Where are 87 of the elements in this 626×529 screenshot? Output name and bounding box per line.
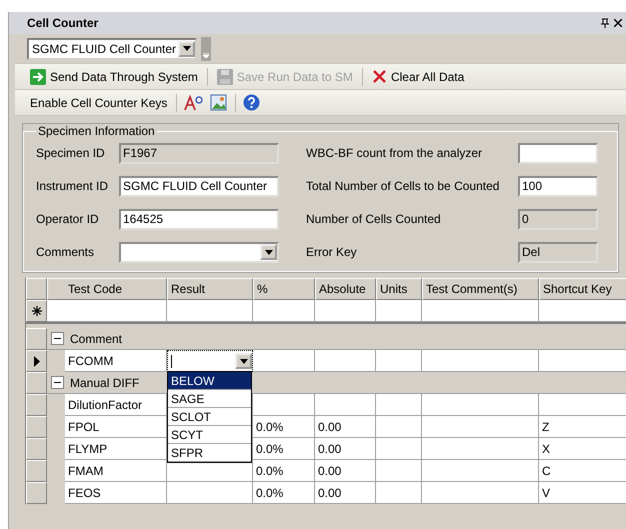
field-label: Comments	[36, 245, 96, 259]
dropdown-option[interactable]: BELOW	[168, 372, 251, 390]
table-cell	[376, 438, 422, 460]
field-label: Operator ID	[36, 212, 100, 226]
minus-icon	[54, 379, 61, 386]
toolbar-button[interactable]: Clear All Data	[368, 67, 468, 86]
overflow-grip[interactable]	[201, 36, 211, 60]
table-cell: 0.00	[315, 438, 376, 460]
comments-dropdown[interactable]	[119, 242, 279, 262]
help-icon	[243, 94, 260, 111]
row-header[interactable]	[26, 350, 47, 372]
table-cell: Z	[539, 416, 626, 438]
table-cell: 0.0%	[253, 460, 315, 482]
table-cell: V	[539, 482, 626, 504]
table-cell: 0.0%	[253, 438, 315, 460]
table-cell: 0.00	[315, 416, 376, 438]
table-cell: DilutionFactor	[65, 394, 167, 416]
table-cell	[376, 416, 422, 438]
collapse-toggle[interactable]	[51, 376, 64, 389]
group-name: Comment	[70, 332, 122, 346]
input-field[interactable]: 0	[518, 208, 598, 230]
table-cell: FLYMP	[65, 438, 167, 460]
toolbar-icon-button[interactable]	[183, 94, 206, 112]
field-label: WBC-BF count from the analyzer	[306, 146, 484, 160]
input-field[interactable]: SGMC FLUID Cell Counter	[119, 176, 279, 196]
table-cell[interactable]	[376, 300, 422, 322]
image-icon	[210, 94, 228, 111]
counter-dropdown[interactable]: SGMC FLUID Cell Counter	[27, 38, 197, 60]
dropdown-arrow-icon	[264, 250, 272, 254]
table-cell: 0.0%	[253, 482, 315, 504]
toolbar-button[interactable]: Send Data Through System	[27, 66, 201, 86]
field-label: Number of Cells Counted	[306, 212, 442, 226]
close-icon	[372, 69, 387, 84]
table-cell	[376, 394, 422, 416]
current-row-icon	[34, 356, 40, 366]
table-cell: FMAM	[65, 460, 167, 482]
field-label: Total Number of Cells to be Counted	[306, 179, 500, 193]
arrow-icon	[30, 68, 46, 84]
table-cell: X	[539, 438, 626, 460]
new-row-icon	[32, 306, 42, 316]
panel-title: Cell Counter	[27, 16, 98, 30]
table-cell	[315, 394, 376, 416]
minus-icon	[54, 335, 61, 342]
table-cell: 0.00	[315, 460, 376, 482]
input-field[interactable]: 100	[518, 176, 598, 196]
dropdown-arrow-icon	[182, 46, 190, 51]
font-size-icon	[184, 94, 204, 110]
field-label: Specimen ID	[36, 146, 106, 160]
input-field[interactable]: Del	[518, 242, 598, 262]
column-header[interactable]: Result	[167, 278, 253, 300]
column-header[interactable]: Shortcut Key	[539, 278, 626, 300]
table-cell: FCOMM	[65, 350, 167, 372]
table-cell: 0.0%	[253, 416, 315, 438]
table-cell: FEOS	[65, 482, 167, 504]
column-header[interactable]: Units	[376, 278, 422, 300]
pin-icon[interactable]	[601, 18, 609, 28]
field-label: Error Key	[306, 245, 358, 259]
table-cell[interactable]	[167, 300, 253, 322]
column-header[interactable]: %	[253, 278, 315, 300]
collapse-toggle[interactable]	[51, 332, 64, 345]
group-name: Manual DIFF	[70, 376, 140, 390]
table-cell[interactable]	[539, 300, 626, 322]
table-cell[interactable]	[315, 300, 376, 322]
toolbar-icon-button[interactable]	[209, 93, 230, 112]
column-header[interactable]: Absolute	[315, 278, 376, 300]
table-cell: 0.00	[315, 482, 376, 504]
group-title: Specimen Information	[37, 124, 156, 138]
close-icon[interactable]	[614, 19, 622, 27]
table-cell	[376, 460, 422, 482]
table-cell[interactable]	[253, 300, 315, 322]
toolbar-icon-button[interactable]	[242, 93, 262, 112]
table-cell	[315, 350, 376, 372]
column-header[interactable]: Test Code	[47, 278, 167, 300]
input-field[interactable]: F1967	[119, 142, 279, 164]
column-header[interactable]: Test Comment(s)	[422, 278, 539, 300]
table-cell[interactable]	[422, 300, 539, 322]
field-label: Instrument ID	[36, 179, 110, 193]
table-cell: FPOL	[65, 416, 167, 438]
dropdown-arrow-icon	[240, 358, 248, 364]
table-cell[interactable]	[47, 300, 167, 322]
toolbar-label: Enable Cell Counter Keys	[29, 96, 168, 110]
overflow-arrow-icon	[203, 52, 209, 58]
table-cell	[376, 350, 422, 372]
table-cell	[376, 482, 422, 504]
input-field[interactable]: 164525	[119, 208, 279, 230]
table-cell: C	[539, 460, 626, 482]
input-field[interactable]	[518, 142, 598, 164]
